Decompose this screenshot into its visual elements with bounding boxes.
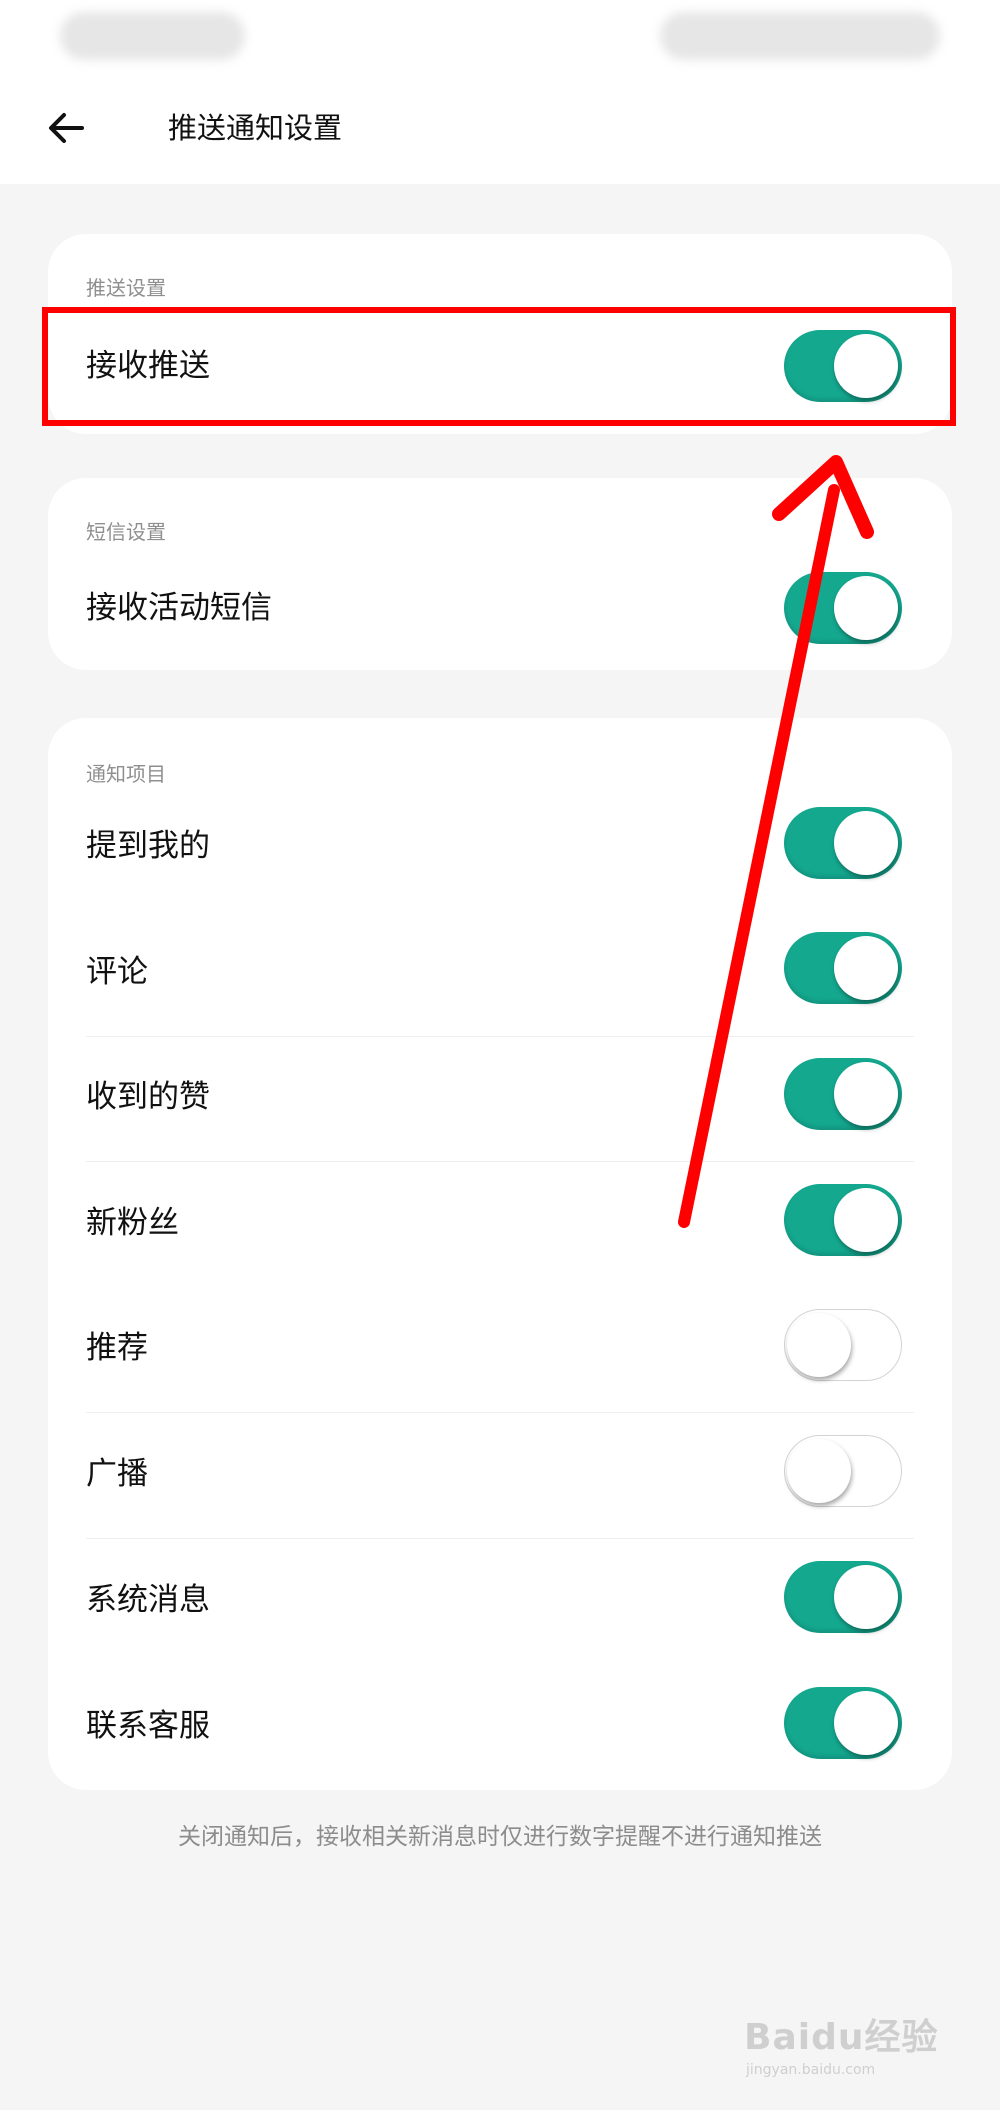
watermark-url: jingyan.baidu.com xyxy=(746,2062,876,2078)
baidu-watermark: Baidu经验 jingyan.baidu.com xyxy=(744,2008,944,2088)
watermark-brand: Baidu经验 xyxy=(744,2017,939,2058)
annotation-arrow xyxy=(678,455,874,1228)
